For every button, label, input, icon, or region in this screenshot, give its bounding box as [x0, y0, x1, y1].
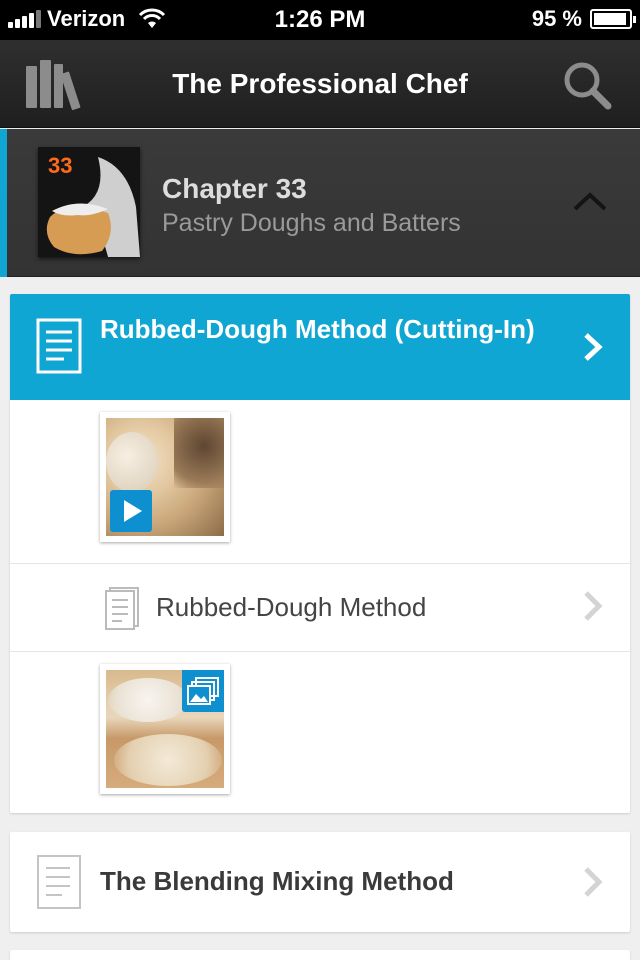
- gallery-image: [106, 670, 224, 788]
- list-item[interactable]: Rubbed-Dough Method: [10, 564, 630, 652]
- video-image: [106, 418, 224, 536]
- chapter-title: Chapter 33: [162, 173, 307, 204]
- chapter-accent-bar: [0, 129, 7, 277]
- chapter-number: 33: [48, 153, 73, 178]
- play-icon: [110, 490, 152, 532]
- chevron-right-icon[interactable]: [582, 590, 604, 622]
- document-icon: [36, 318, 82, 374]
- chapter-subtitle: Pastry Doughs and Batters: [162, 209, 461, 237]
- gallery-thumbnail[interactable]: [100, 664, 230, 794]
- navigation-bar: The Professional Chef: [0, 40, 640, 128]
- document-icon: [105, 587, 139, 630]
- chapter-header[interactable]: 33 Chapter 33 Pastry Doughs and Batters: [0, 129, 640, 277]
- chevron-right-icon[interactable]: [582, 332, 604, 362]
- section-title: Rubbed-Dough Method (Cutting-In): [100, 314, 535, 344]
- video-thumbnail[interactable]: [100, 412, 230, 542]
- document-icon: [37, 855, 81, 909]
- chevron-right-icon[interactable]: [582, 866, 604, 898]
- status-bar: Verizon 1:26 PM 95 %: [0, 0, 640, 40]
- page-title: The Professional Chef: [172, 68, 468, 99]
- gallery-icon: [182, 670, 224, 712]
- search-icon[interactable]: [560, 58, 614, 112]
- chapter-thumbnail: 33: [38, 147, 140, 257]
- chevron-up-icon[interactable]: [572, 189, 608, 213]
- battery-level: [594, 13, 627, 25]
- section-card[interactable]: [10, 950, 630, 960]
- section-card-expanded: Rubbed-Dough Method (Cutting-In) Rubbed-…: [10, 294, 630, 813]
- section-title: The Blending Mixing Method: [100, 866, 454, 896]
- media-row-gallery[interactable]: [10, 652, 630, 813]
- section-header-active[interactable]: Rubbed-Dough Method (Cutting-In): [10, 294, 630, 400]
- battery-icon: [590, 9, 636, 29]
- battery-percent: 95 %: [531, 6, 582, 31]
- status-right: 95 %: [531, 6, 636, 32]
- media-row-video[interactable]: [10, 400, 630, 564]
- section-card[interactable]: The Blending Mixing Method: [10, 832, 630, 932]
- list-item-label: Rubbed-Dough Method: [156, 592, 427, 622]
